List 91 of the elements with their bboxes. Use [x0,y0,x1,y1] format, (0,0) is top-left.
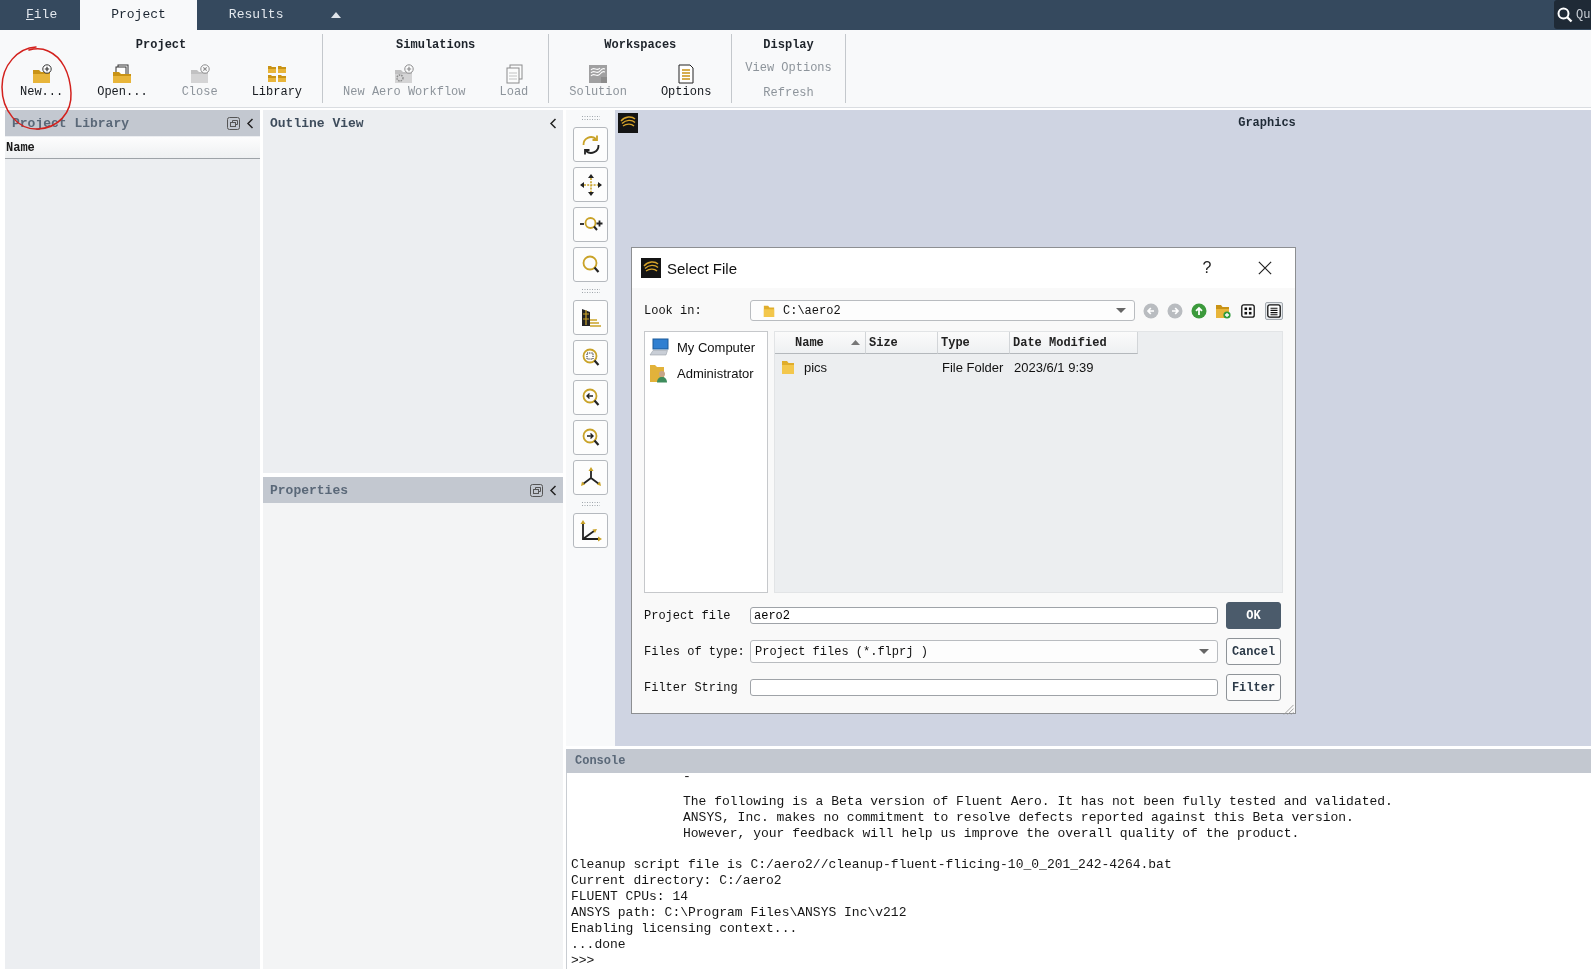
ribbon-button[interactable]: Open... [97,64,148,99]
drag-handle-icon[interactable] [581,116,600,120]
panel-title: Graphics [1238,116,1296,130]
computer-icon [649,337,669,357]
dialog-button[interactable]: Cancel [1226,638,1281,665]
dropdown[interactable]: Project files (*.flprj ) [750,640,1218,663]
caret-down-icon [1116,308,1126,313]
ribbon-group-title: Project [134,38,188,52]
logo-icon [641,258,661,278]
toolbar-button[interactable] [573,513,608,548]
drag-handle-icon[interactable] [581,289,600,293]
field-label: Project file [644,608,732,623]
text-field[interactable] [750,679,1218,696]
column-header[interactable]: Type [938,332,1010,354]
folder-plus-icon[interactable] [1215,302,1231,319]
menu-tab[interactable]: Results [210,0,302,30]
dialog-title: Select File [667,259,738,277]
drag-handle-icon[interactable] [581,502,600,506]
column-header[interactable]: Date Modified [1010,332,1138,354]
panel-title: Properties [270,482,348,498]
axes-icon [578,518,603,543]
folder-plus-icon [31,64,52,84]
logo-icon [618,113,638,133]
place-item[interactable]: Administrator [649,363,767,383]
console-line: >>> [571,953,595,969]
ribbon-group-title: Workspaces [603,38,678,52]
field-label: Filter String [644,680,739,695]
console-line: - [683,773,691,785]
panel-title: Outline View [270,115,364,131]
console-line: Cleanup script file is C:/aero2//cleanup-fluent-flicing-10_0_201_242-4264.bat [571,857,1172,873]
column-header[interactable]: Name [775,332,866,354]
grid-view-icon [1241,303,1255,318]
toolbar-button[interactable] [573,460,608,495]
close-icon[interactable] [1258,261,1272,275]
wave-tile-icon [588,64,609,84]
chevron-left-icon[interactable] [549,117,557,129]
column-header[interactable]: Name [5,137,260,159]
dialog-button[interactable]: Filter [1226,674,1281,701]
toolbar-button[interactable] [573,127,608,162]
ribbon-button[interactable]: New... [20,64,64,99]
toolbar-button[interactable] [573,380,608,415]
view-mode-button[interactable] [1265,301,1283,320]
console-line: ANSYS, Inc. makes no commitment to resolve defects reported against this Beta version. [683,810,1354,826]
search-icon [1557,6,1573,23]
file-name[interactable]: pics [804,359,828,375]
menu-tab[interactable]: File [8,0,76,30]
console-line: ...done [571,937,626,953]
chevron-left-icon[interactable] [246,117,254,129]
folder-icon [763,303,775,318]
move-arrows-icon [578,172,603,197]
ribbon-group-title: Display [762,38,815,52]
folder-documents-icon [112,64,133,84]
text-field[interactable]: aero2 [750,607,1218,624]
ribbon-button[interactable]: Options [660,64,712,99]
panel-title: Console [575,754,626,768]
overlapping-squares-icon[interactable] [227,116,240,130]
chevron-left-icon[interactable] [549,484,557,496]
column-header[interactable]: Size [866,332,938,354]
document-lines-icon [676,64,697,84]
list-view-icon [1267,303,1281,318]
place-item[interactable]: My Computer [649,337,767,357]
field-label: Files of type: [644,644,746,659]
console-line: FLUENT CPUs: 14 [571,889,689,905]
caret-up-icon[interactable] [331,12,342,18]
toolbar-button[interactable] [573,300,608,335]
ribbon-button[interactable]: Library [251,64,303,99]
toolbar-button[interactable] [573,420,608,455]
console-line: ANSYS path: C:\Program Files\ANSYS Inc\v212 [571,905,907,921]
help-button[interactable]: ? [1192,259,1222,277]
console-line: However, your feedback will help us improve the overall quality of the product. [683,826,1300,842]
table-cell: File Folder [942,359,1004,375]
console-line: The following is a Beta version of Fluent Aero. It has not been fully tested and validated. [683,794,1393,810]
ribbon-group-title: Simulations [395,38,477,52]
folders-grid-icon [266,64,287,84]
folder-gear-icon [394,64,415,84]
dropdown[interactable]: C:\aero2 [750,300,1135,321]
toolbar-button[interactable] [573,167,608,202]
overlapping-squares-icon[interactable] [530,483,543,497]
caret-down-icon [1199,649,1209,654]
resize-grip-icon[interactable] [1283,704,1294,715]
folder-icon [781,359,795,375]
menu-tab[interactable]: Project [80,0,197,30]
folder-x-icon [189,64,210,84]
user-folder-icon [649,363,669,383]
dialog-button[interactable]: OK [1226,602,1281,629]
documents-icon [503,64,524,84]
view-mode-button[interactable] [1239,301,1257,320]
console-line: Enabling licensing context... [571,921,798,937]
table-cell: 2023/6/1 9:39 [1014,359,1094,375]
field-label: Look in: [644,303,703,318]
console-line: Current directory: C:/aero2 [571,873,782,889]
